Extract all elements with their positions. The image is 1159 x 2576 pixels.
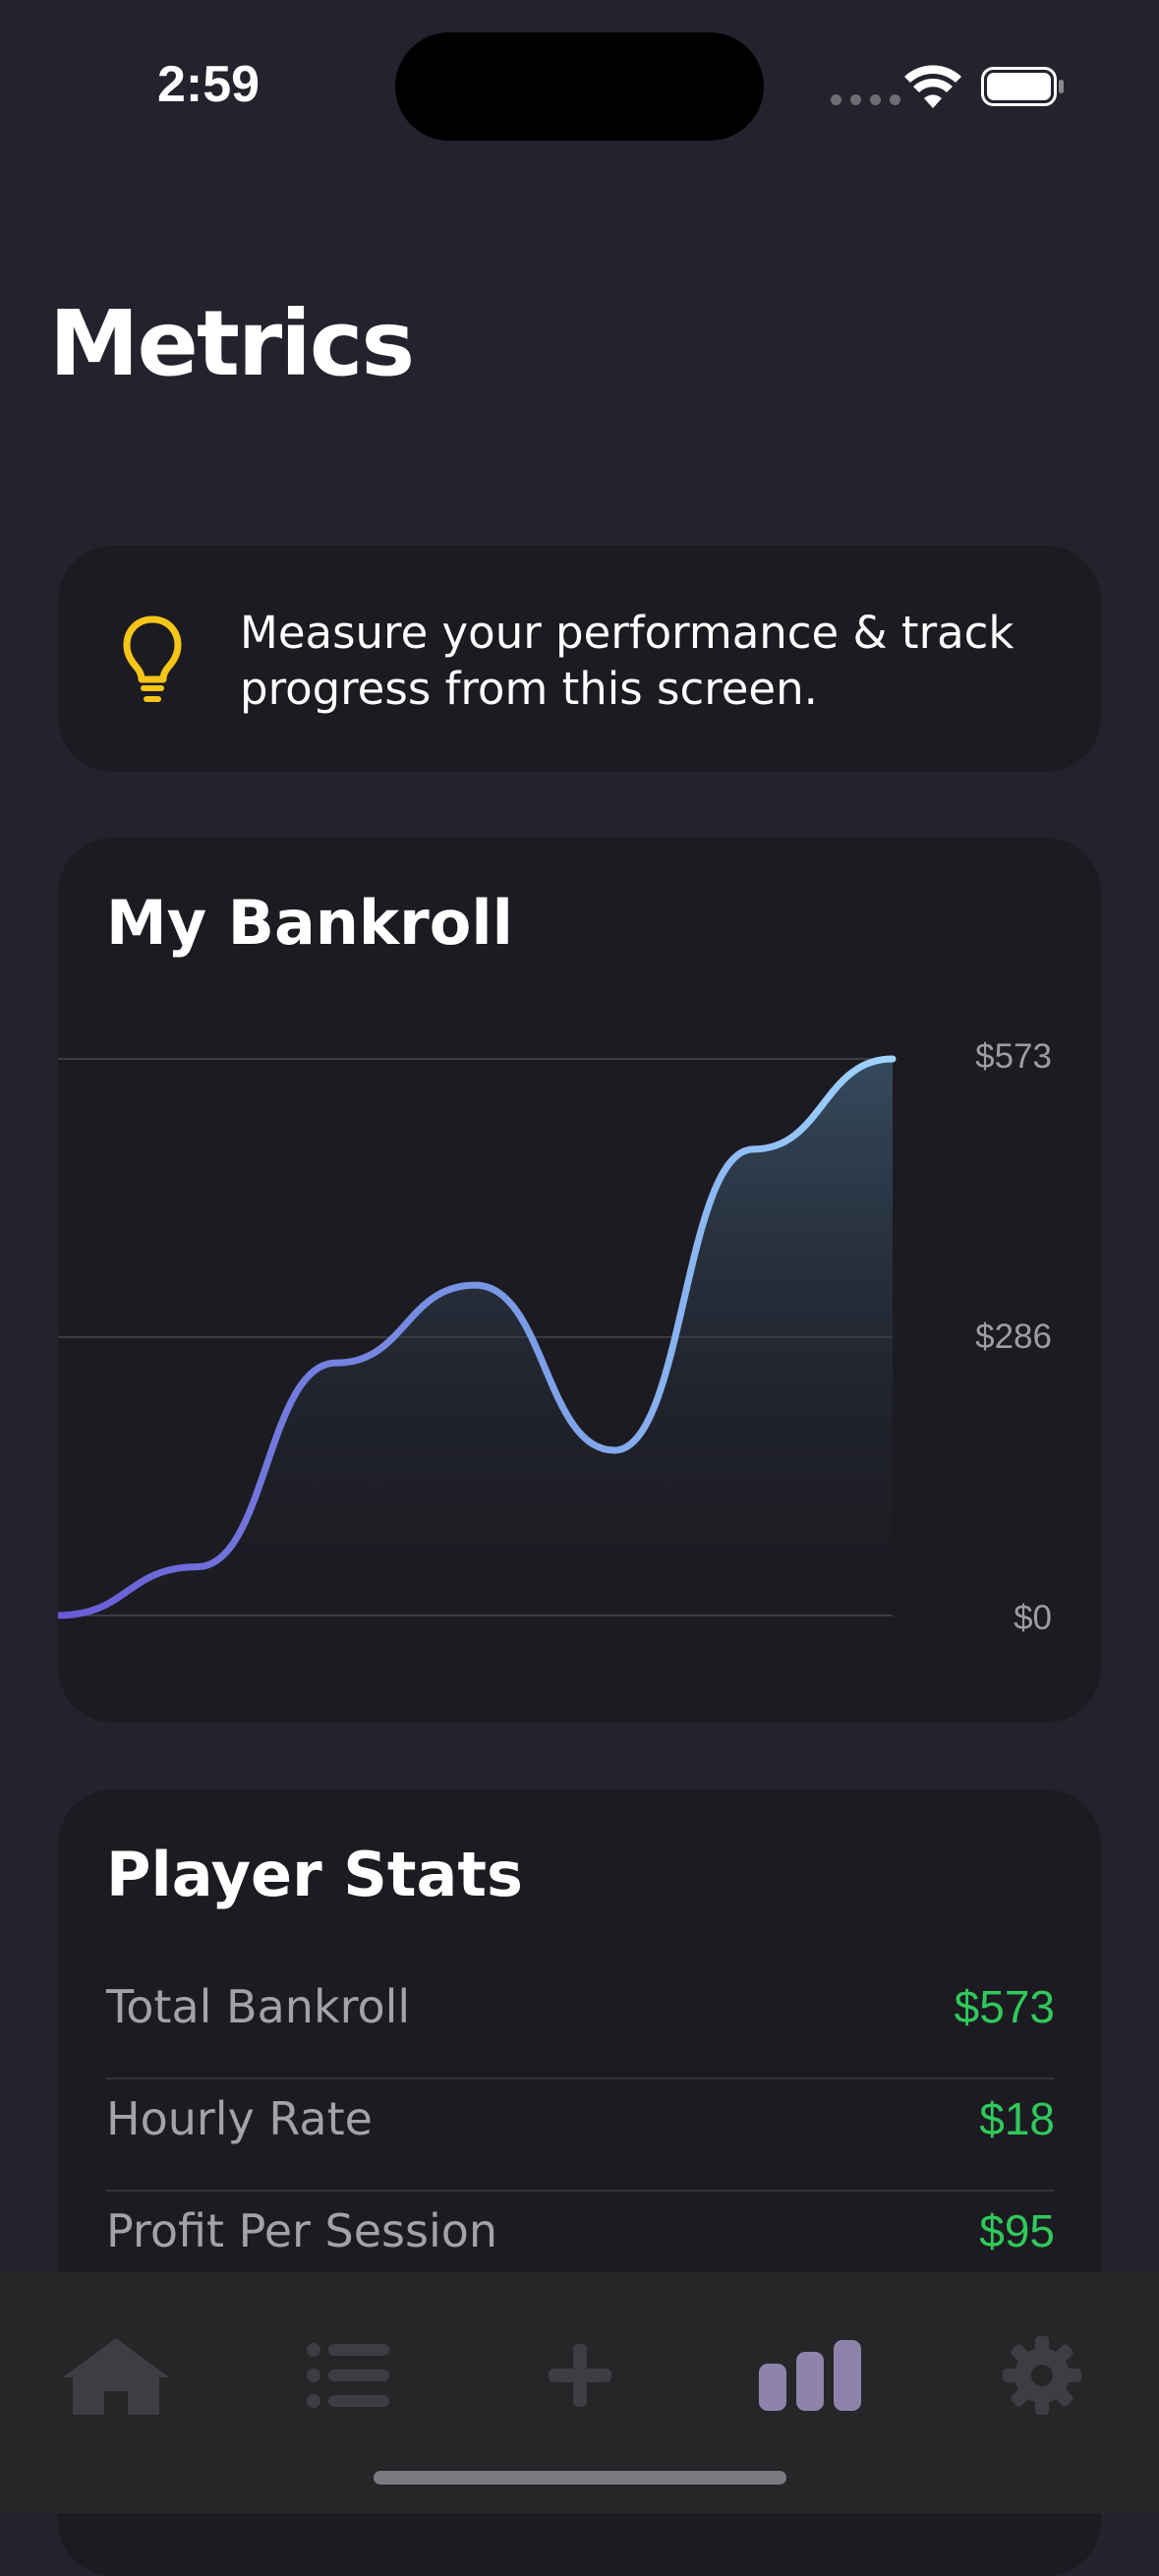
list-icon (307, 2343, 389, 2408)
tip-text: Measure your performance & track progres… (240, 607, 1014, 715)
y-tick-label: $0 (1014, 1599, 1052, 1637)
wifi-icon (904, 65, 961, 108)
tab-metrics[interactable] (742, 2326, 880, 2425)
home-icon (63, 2338, 169, 2415)
bar-chart-icon (759, 2340, 861, 2411)
battery-icon (981, 67, 1064, 106)
bankroll-chart-card: My Bankroll $573 $286 $0 (58, 838, 1101, 1723)
page-title: Metrics (49, 291, 415, 396)
stats-row-hourly-rate: Hourly Rate $18 (106, 2069, 1055, 2181)
dynamic-island (395, 32, 764, 141)
stats-row-total-bankroll: Total Bankroll $573 (106, 1957, 1055, 2069)
stat-label: Profit Per Session (106, 2204, 498, 2257)
gear-icon (1003, 2336, 1081, 2415)
lightbulb-icon (123, 615, 182, 702)
stat-value: $18 (979, 2093, 1055, 2144)
tab-home[interactable] (47, 2326, 185, 2425)
cellular-signal-icon (831, 94, 900, 105)
tab-list[interactable] (279, 2326, 417, 2425)
tip-card: Measure your performance & track progres… (58, 546, 1101, 772)
stat-label: Total Bankroll (106, 1980, 411, 2033)
status-bar: 2:59 (0, 0, 1159, 147)
status-time: 2:59 (157, 56, 261, 113)
bankroll-chart (58, 1055, 897, 1619)
stat-value: $573 (954, 1981, 1055, 2032)
y-tick-label: $573 (975, 1037, 1052, 1076)
stats-title: Player Stats (106, 1839, 523, 1910)
tab-settings[interactable] (973, 2326, 1111, 2425)
home-indicator (374, 2471, 786, 2485)
stat-label: Hourly Rate (106, 2092, 373, 2145)
plus-icon (549, 2344, 611, 2407)
stat-value: $95 (979, 2205, 1055, 2256)
y-tick-label: $286 (975, 1317, 1052, 1356)
tab-add[interactable] (511, 2326, 649, 2425)
